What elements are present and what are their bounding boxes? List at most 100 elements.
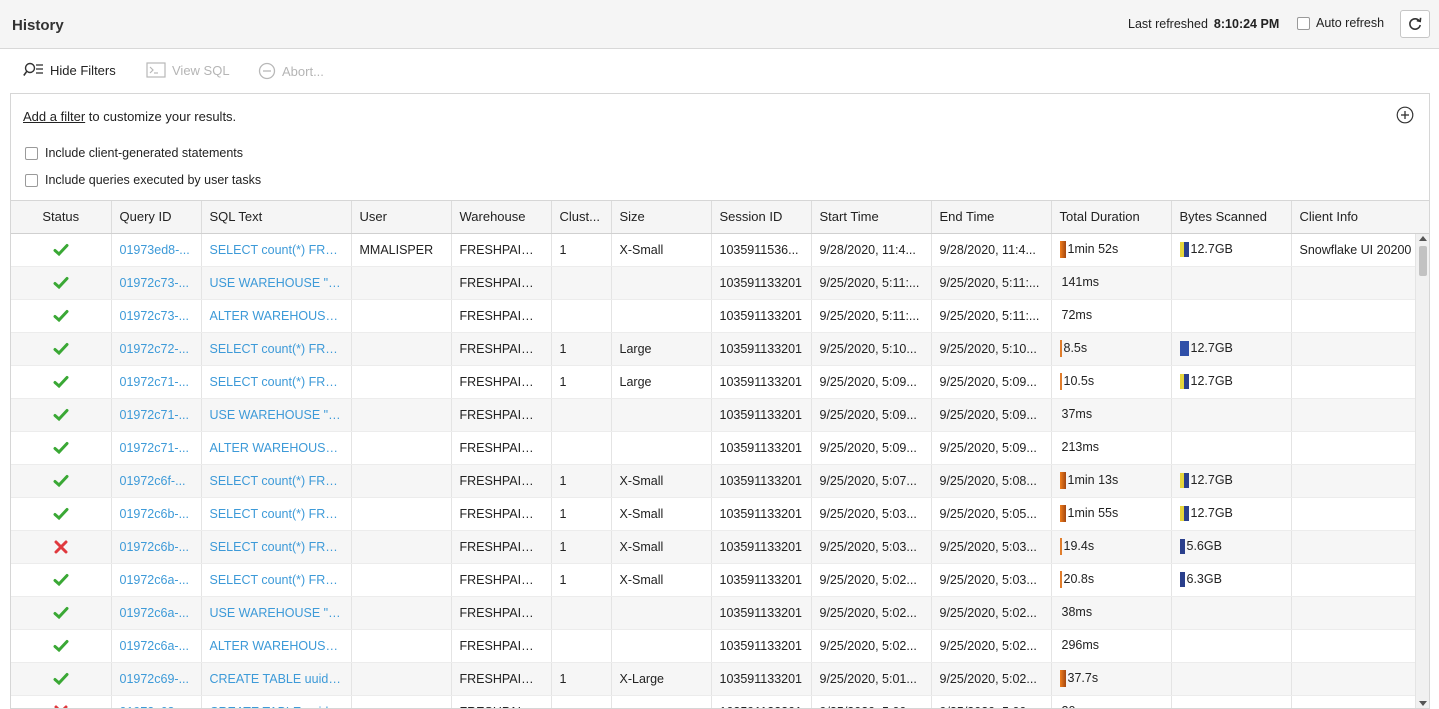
column-header-sql-text[interactable]: SQL Text [201,201,352,234]
cell-sql-text[interactable]: SELECT count(*) FRO... [201,332,352,366]
cell-sql-text[interactable]: SELECT count(*) FRO... [201,233,352,267]
user-tasks-checkbox[interactable] [25,173,38,187]
plus-circle-icon[interactable] [1396,106,1414,124]
table-row[interactable]: 01972c71-... ALTER WAREHOUSE ... FRESHPAIN… [11,431,1429,465]
cell-total-duration: 37ms [1051,398,1172,432]
column-header-query-id[interactable]: Query ID [111,201,202,234]
hide-filters-button[interactable]: Hide Filters [23,62,116,78]
cell-end-time: 9/25/2020, 5:11:... [931,266,1052,300]
table-row[interactable]: 01972c6b-... SELECT count(*) FRO... FRESHP… [11,530,1429,564]
cell-bytes-scanned: 5.6GB [1171,530,1292,564]
cell-sql-text[interactable]: CREATE TABLE uuids... [201,695,352,708]
option-user-tasks[interactable]: Include queries executed by user tasks [25,173,261,187]
cell-sql-text[interactable]: CREATE TABLE uuids... [201,662,352,696]
table-row[interactable]: 01972c6a-... USE WAREHOUSE "F... FRESHPAIN… [11,596,1429,630]
success-check-icon [53,639,69,652]
cell-sql-text[interactable]: USE WAREHOUSE "F... [201,398,352,432]
cell-cluster: 1 [551,530,612,564]
cell-size [611,266,712,300]
column-header-cluster[interactable]: Clust... [551,201,612,234]
cell-session-id: 103591133201 [711,365,812,399]
cell-session-id: 103591133201 [711,332,812,366]
cell-query-id[interactable]: 01972c6a-... [111,563,202,597]
column-header-session-id[interactable]: Session ID [711,201,812,234]
cell-user [351,299,452,333]
cell-end-time: 9/25/2020, 5:09... [931,398,1052,432]
cell-sql-text[interactable]: ALTER WAREHOUSE ... [201,431,352,465]
cell-size [611,431,712,465]
cell-query-id[interactable]: 01972c6a-... [111,596,202,630]
scroll-down-arrow[interactable] [1419,701,1427,706]
cell-query-id[interactable]: 01972c72-... [111,332,202,366]
cell-sql-text[interactable]: SELECT count(*) FRO... [201,563,352,597]
client-generated-checkbox[interactable] [25,146,38,160]
cell-session-id: 103591133201 [711,398,812,432]
cell-status [11,563,112,597]
table-row[interactable]: 01972c71-... SELECT count(*) FRO... FRESHP… [11,365,1429,399]
column-header-warehouse[interactable]: Warehouse [451,201,552,234]
cell-query-id[interactable]: 01972c6a-... [111,629,202,663]
table-row[interactable]: 01972c72-... SELECT count(*) FRO... FRESHP… [11,332,1429,366]
abort-button[interactable]: Abort... [258,62,324,80]
cell-session-id: 103591133201 [711,464,812,498]
cell-sql-text[interactable]: USE WAREHOUSE "F... [201,266,352,300]
cell-query-id[interactable]: 01972c68-... [111,695,202,708]
refresh-button[interactable] [1400,10,1430,38]
cell-query-id[interactable]: 01972c6b-... [111,497,202,531]
cell-query-id[interactable]: 01972c71-... [111,365,202,399]
table-row[interactable]: 01972c73-... ALTER WAREHOUSE ... FRESHPAIN… [11,299,1429,333]
table-row[interactable]: 01972c69-... CREATE TABLE uuids... FRESHPA… [11,662,1429,696]
cell-sql-text[interactable]: SELECT count(*) FRO... [201,497,352,531]
cell-size [611,596,712,630]
scroll-thumb[interactable] [1419,246,1427,276]
view-sql-button[interactable]: View SQL [146,62,230,78]
auto-refresh-checkbox[interactable] [1297,16,1310,30]
table-row[interactable]: 01972c73-... USE WAREHOUSE "F... FRESHPAIN… [11,266,1429,300]
cell-query-id[interactable]: 01972c6b-... [111,530,202,564]
auto-refresh-toggle[interactable]: Auto refresh [1297,16,1384,30]
cell-query-id[interactable]: 01973ed8-... [111,233,202,267]
bytes-bar [1179,374,1189,390]
cell-user [351,596,452,630]
cell-end-time: 9/25/2020, 5:08... [931,464,1052,498]
table-header-row: Status Query ID SQL Text User Warehouse Clust… [11,201,1429,234]
cell-sql-text[interactable]: ALTER WAREHOUSE ... [201,629,352,663]
column-header-user[interactable]: User [351,201,452,234]
cell-start-time: 9/25/2020, 5:11:... [811,299,932,333]
cell-client-info [1291,365,1429,399]
column-header-status[interactable]: Status [11,201,112,234]
success-check-icon [53,474,69,487]
cell-query-id[interactable]: 01972c6f-... [111,464,202,498]
cell-query-id[interactable]: 01972c73-... [111,266,202,300]
vertical-scrollbar[interactable] [1415,234,1429,708]
table-row[interactable]: 01972c6a-... ALTER WAREHOUSE ... FRESHPAIN… [11,629,1429,663]
table-row[interactable]: 01972c68-...CREATE TABLE uuids... FRESHPA… [11,695,1429,708]
scroll-up-arrow[interactable] [1419,236,1427,241]
cell-query-id[interactable]: 01972c71-... [111,398,202,432]
add-filter-link[interactable]: Add a filter [23,109,85,124]
column-header-total-duration[interactable]: Total Duration [1051,201,1172,234]
table-row[interactable]: 01973ed8-... SELECT count(*) FRO... MMALIS… [11,233,1429,267]
column-header-client-info[interactable]: Client Info [1291,201,1429,234]
table-row[interactable]: 01972c6b-... SELECT count(*) FRO... FRESHP… [11,497,1429,531]
cell-sql-text[interactable]: SELECT count(*) FRO... [201,530,352,564]
cell-query-id[interactable]: 01972c71-... [111,431,202,465]
table-row[interactable]: 01972c6f-... SELECT count(*) FRO... FRESHP… [11,464,1429,498]
cell-sql-text[interactable]: SELECT count(*) FRO... [201,365,352,399]
cell-sql-text[interactable]: ALTER WAREHOUSE ... [201,299,352,333]
column-header-start-time[interactable]: Start Time [811,201,932,234]
cell-query-id[interactable]: 01972c73-... [111,299,202,333]
cell-client-info [1291,596,1429,630]
abort-label: Abort... [282,63,324,79]
table-row[interactable]: 01972c6a-... SELECT count(*) FRO... FRESHP… [11,563,1429,597]
option-client-generated[interactable]: Include client-generated statements [25,146,243,160]
table-row[interactable]: 01972c71-... USE WAREHOUSE "F... FRESHPAIN… [11,398,1429,432]
column-header-end-time[interactable]: End Time [931,201,1052,234]
cell-total-duration: 296ms [1051,629,1172,663]
add-filter-line: Add a filter to customize your results. [23,109,236,124]
cell-query-id[interactable]: 01972c69-... [111,662,202,696]
cell-sql-text[interactable]: SELECT count(*) FRO... [201,464,352,498]
column-header-bytes-scanned[interactable]: Bytes Scanned [1171,201,1292,234]
cell-sql-text[interactable]: USE WAREHOUSE "F... [201,596,352,630]
column-header-size[interactable]: Size [611,201,712,234]
